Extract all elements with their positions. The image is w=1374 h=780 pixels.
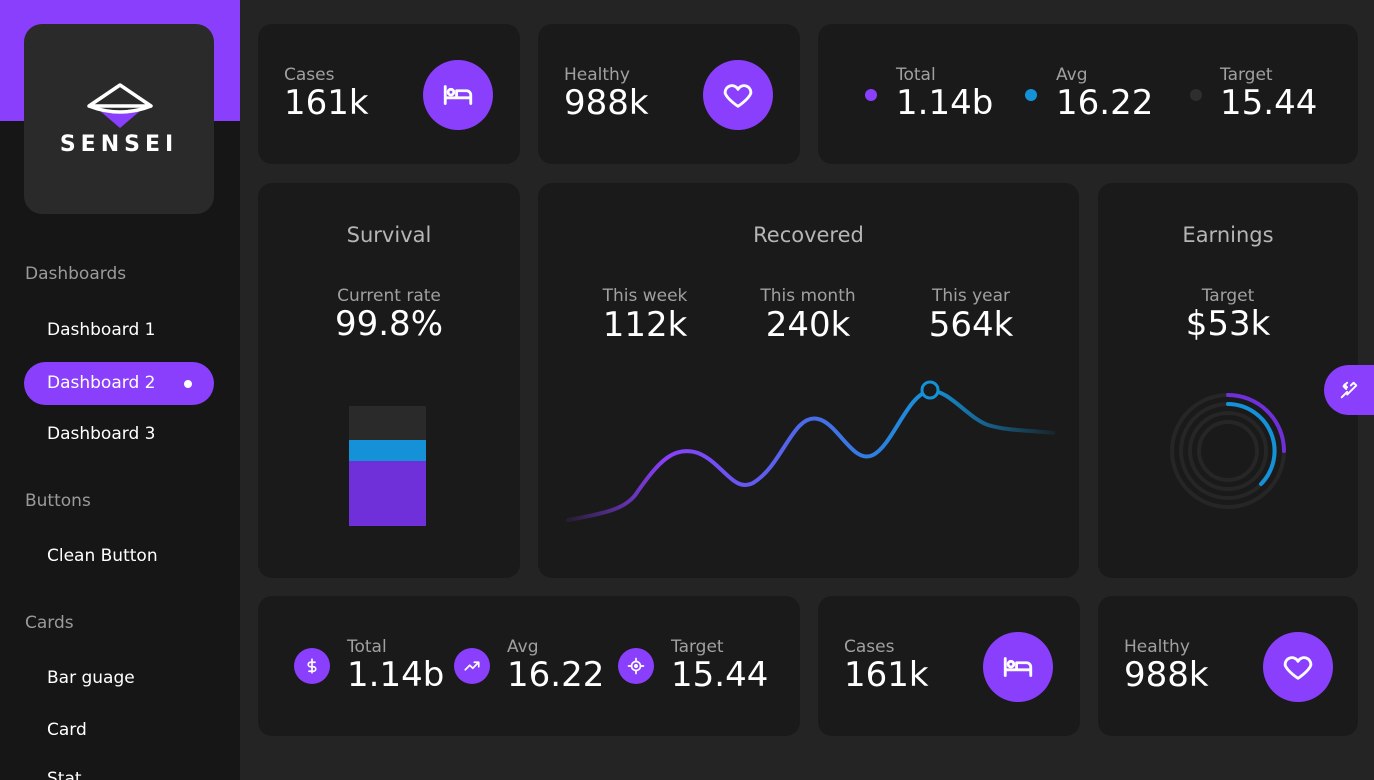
bar-gauge-fill <box>349 461 426 526</box>
nav-section-cards: Cards <box>25 613 74 633</box>
avg-legend-dot <box>1025 89 1037 101</box>
nav-section-dashboards: Dashboards <box>25 264 127 284</box>
healthy-card: Healthy 988k <box>538 24 800 164</box>
avg-label: Avg <box>1056 65 1088 85</box>
recovered-week-value: 112k <box>602 305 688 345</box>
nav-item-label: Card <box>47 720 87 740</box>
nav-item-stat[interactable]: Stat... <box>24 758 214 780</box>
cases-label: Cases <box>284 65 335 85</box>
nav-item-dashboard-1[interactable]: Dashboard 1 <box>24 309 214 352</box>
sensei-logo-icon <box>87 83 153 128</box>
total-legend-dot <box>865 89 877 101</box>
total-value: 1.14b <box>896 83 994 123</box>
healthy-label: Healthy <box>564 65 630 85</box>
nav-item-label: Clean Button <box>47 546 158 566</box>
bottom-cases-card: Cases 161k <box>818 596 1080 736</box>
cases-card: Cases 161k <box>258 24 520 164</box>
trending-up-icon[interactable] <box>454 648 490 684</box>
survival-title: Survival <box>346 223 432 247</box>
target-legend-dot <box>1190 89 1202 101</box>
earnings-card: Earnings Target $53k <box>1098 183 1358 578</box>
nav-item-bar-guage[interactable]: Bar guage <box>24 657 214 700</box>
survival-card: Survival Current rate 99.8% <box>258 183 520 578</box>
survival-sub-label: Current rate <box>337 286 441 306</box>
nav-item-label: Dashboard 2 <box>47 373 156 393</box>
nav-item-label: Bar guage <box>47 668 135 688</box>
stats-summary-card: Total 1.14b Avg 16.22 Target 15.44 <box>818 24 1358 164</box>
recovered-title: Recovered <box>753 223 864 247</box>
target-label: Target <box>1220 65 1273 85</box>
bottom-target-value: 15.44 <box>671 655 769 695</box>
cases-value: 161k <box>284 83 369 123</box>
recovered-sparkline <box>566 380 1055 522</box>
recovered-week-label: This week <box>602 286 688 306</box>
tools-floating-button[interactable] <box>1324 365 1374 415</box>
total-label: Total <box>896 65 936 85</box>
sidebar: SENSEI Dashboards Dashboard 1 Dashboard … <box>0 0 240 780</box>
earnings-sub-label: Target <box>1201 286 1255 306</box>
sparkline-marker[interactable] <box>920 380 940 400</box>
bottom-healthy-label: Healthy <box>1124 637 1190 657</box>
bottom-cases-value: 161k <box>844 655 929 695</box>
bottom-total-label: Total <box>347 637 387 657</box>
heart-icon[interactable] <box>703 60 773 130</box>
target-value: 15.44 <box>1220 83 1318 123</box>
nav-item-label: Stat... <box>47 769 98 780</box>
recovered-year-value: 564k <box>928 305 1014 345</box>
bar-gauge-secondary <box>349 440 426 461</box>
survival-value: 99.8% <box>334 304 443 344</box>
recovered-month-label: This month <box>760 286 856 306</box>
bar-gauge-track <box>349 406 426 440</box>
active-indicator-dot <box>184 380 192 388</box>
bottom-avg-value: 16.22 <box>507 655 605 695</box>
nav-item-label: Dashboard 3 <box>47 424 156 444</box>
bottom-total-value: 1.14b <box>347 655 445 695</box>
recovered-card: Recovered This week 112k This month 240k… <box>538 183 1079 578</box>
bottom-avg-label: Avg <box>507 637 539 657</box>
earnings-radial-gauge <box>1170 393 1286 509</box>
earnings-title: Earnings <box>1182 223 1274 247</box>
bottom-healthy-card: Healthy 988k <box>1098 596 1358 736</box>
bottom-healthy-value: 988k <box>1124 655 1209 695</box>
nav-item-label: Dashboard 1 <box>47 320 156 340</box>
sparkline-path <box>566 388 1055 522</box>
survival-bar-gauge <box>349 406 426 526</box>
dollar-icon[interactable] <box>294 648 330 684</box>
earnings-value: $53k <box>1185 304 1271 344</box>
bed-icon[interactable] <box>423 60 493 130</box>
nav-item-card[interactable]: Card <box>24 709 214 752</box>
avg-value: 16.22 <box>1056 83 1154 123</box>
recovered-month-value: 240k <box>765 305 851 345</box>
bed-icon[interactable] <box>983 632 1053 702</box>
heart-icon[interactable] <box>1263 632 1333 702</box>
nav-section-buttons: Buttons <box>25 491 91 511</box>
logo-text: SENSEI <box>59 132 179 157</box>
bottom-cases-label: Cases <box>844 637 895 657</box>
target-icon[interactable] <box>618 648 654 684</box>
tools-icon <box>1340 381 1358 399</box>
recovered-year-label: This year <box>931 286 1011 306</box>
nav-item-clean-button[interactable]: Clean Button <box>24 535 214 578</box>
bottom-stats-card: Total 1.14b Avg 16.22 Target 15.44 <box>258 596 800 736</box>
bottom-target-label: Target <box>671 637 724 657</box>
nav-item-dashboard-2[interactable]: Dashboard 2 <box>24 362 214 405</box>
nav-item-dashboard-3[interactable]: Dashboard 3 <box>24 413 214 456</box>
healthy-value: 988k <box>564 83 649 123</box>
